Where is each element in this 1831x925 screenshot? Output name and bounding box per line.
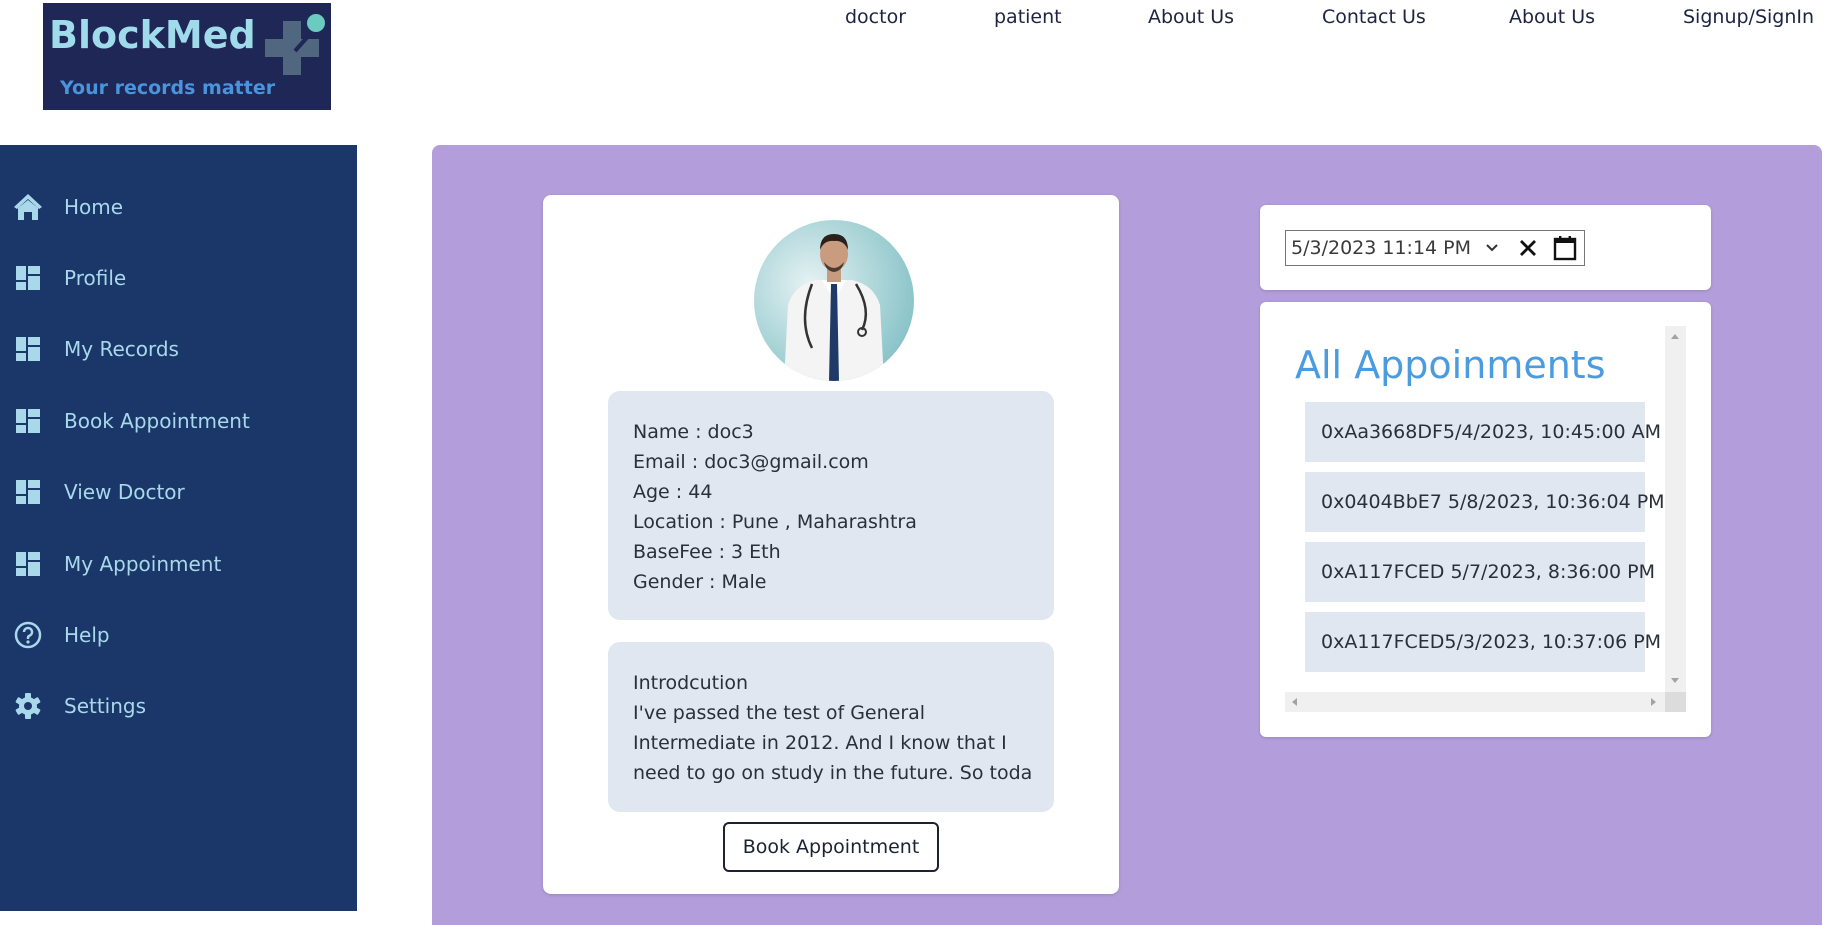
appointments-title: All Appoinments [1295, 343, 1606, 387]
appointment-item[interactable]: 0x0404BbE7 5/8/2023, 10:36:04 PM [1305, 472, 1665, 532]
dashboard-icon [13, 477, 43, 507]
doctor-intro-box: Introdcution I've passed the test of Gen… [608, 642, 1054, 812]
clear-icon[interactable] [1516, 236, 1540, 260]
doctor-age: Age : 44 [633, 481, 713, 503]
medical-cross-icon [265, 14, 325, 75]
horizontal-scrollbar[interactable] [1285, 692, 1665, 712]
sidebar-item-label: My Appoinment [64, 552, 222, 576]
intro-title: Introdcution [633, 672, 749, 694]
nav-contact-us[interactable]: Contact Us [1322, 6, 1426, 28]
sidebar-item-help[interactable]: Help [0, 610, 357, 660]
sidebar-item-label: Home [64, 195, 124, 219]
dashboard-icon [13, 263, 43, 293]
vertical-scrollbar[interactable] [1665, 326, 1686, 692]
sidebar-item-home[interactable]: Home [0, 182, 357, 232]
appointment-item[interactable]: 0xA117FCED5/3/2023, 10:37:06 PM [1305, 612, 1661, 672]
appointments-scroll-area[interactable]: All Appoinments 0xAa3668DF5/4/2023, 10:4… [1285, 326, 1686, 712]
book-appointment-button[interactable]: Book Appointment [723, 822, 939, 872]
dashboard-icon [13, 406, 43, 436]
sidebar-item-my-appointment[interactable]: My Appoinment [0, 539, 357, 589]
blockmed-logo[interactable]: BlockMed Your records matter [43, 3, 331, 110]
calendar-icon[interactable] [1552, 235, 1578, 261]
intro-text: I've passed the test of General Intermed… [633, 702, 1033, 784]
scroll-left-arrow-icon[interactable] [1292, 698, 1297, 706]
nav-signup-signin[interactable]: Signup/SignIn [1683, 6, 1814, 28]
datetime-value: 5/3/2023 11:14 PM [1291, 237, 1472, 259]
sidebar-item-label: Settings [64, 694, 147, 718]
gear-icon [13, 691, 43, 721]
nav-patient[interactable]: patient [994, 6, 1062, 28]
nav-about-us-2[interactable]: About Us [1509, 6, 1595, 28]
chevron-down-icon[interactable] [1485, 239, 1499, 257]
doctor-avatar [754, 220, 914, 381]
scroll-right-arrow-icon[interactable] [1651, 698, 1656, 706]
sidebar-item-label: Help [64, 623, 110, 647]
doctor-photo-icon [754, 220, 914, 381]
doctor-email: Email : doc3@gmail.com [633, 451, 869, 473]
datetime-input[interactable]: 5/3/2023 11:14 PM [1285, 230, 1585, 266]
sidebar-item-label: Book Appointment [64, 409, 250, 433]
scroll-up-arrow-icon[interactable] [1671, 334, 1679, 339]
doctor-gender: Gender : Male [633, 571, 767, 593]
dashboard-icon [13, 549, 43, 579]
logo-tagline: Your records matter [60, 77, 276, 99]
sidebar-item-label: View Doctor [64, 480, 185, 504]
sidebar-item-label: Profile [64, 266, 127, 290]
dashboard-icon [13, 334, 43, 364]
doctor-name: Name : doc3 [633, 421, 754, 443]
nav-doctor[interactable]: doctor [845, 6, 906, 28]
home-icon [13, 192, 43, 222]
logo-brand: BlockMed [49, 13, 256, 57]
nav-about-us[interactable]: About Us [1148, 6, 1234, 28]
doctor-base-fee: BaseFee : 3 Eth [633, 541, 781, 563]
scroll-down-arrow-icon[interactable] [1671, 678, 1679, 683]
help-circle-icon [13, 620, 43, 650]
sidebar-item-label: My Records [64, 337, 179, 361]
sidebar-item-my-records[interactable]: My Records [0, 324, 357, 374]
doctor-info-box: Name : doc3 Email : doc3@gmail.com Age :… [608, 391, 1054, 620]
sidebar-item-view-doctor[interactable]: View Doctor [0, 467, 357, 517]
sidebar-item-book-appointment[interactable]: Book Appointment [0, 396, 357, 446]
appointment-item[interactable]: 0xAa3668DF5/4/2023, 10:45:00 AM [1305, 402, 1661, 462]
scrollbar-corner [1665, 692, 1686, 712]
sidebar-item-settings[interactable]: Settings [0, 681, 357, 731]
sidebar: Home Profile My Records Book Appointment… [0, 145, 357, 911]
doctor-location: Location : Pune , Maharashtra [633, 511, 917, 533]
sidebar-item-profile[interactable]: Profile [0, 253, 357, 303]
appointment-item[interactable]: 0xA117FCED 5/7/2023, 8:36:00 PM [1305, 542, 1655, 602]
